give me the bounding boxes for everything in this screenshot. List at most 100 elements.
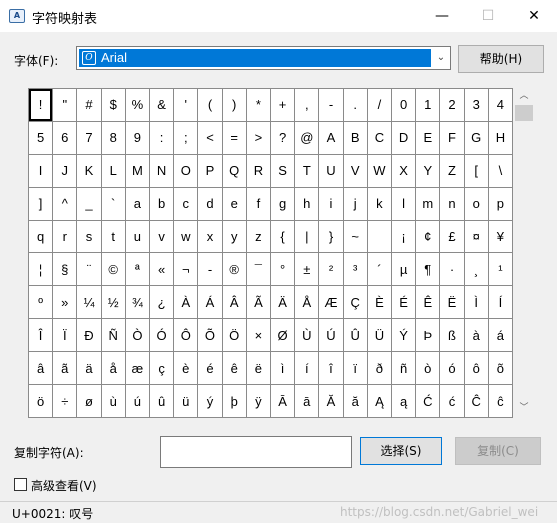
character-cell[interactable]: ¼	[77, 286, 101, 319]
character-cell[interactable]: Ö	[222, 319, 246, 352]
character-cell[interactable]: 0	[392, 89, 416, 121]
character-cell[interactable]: d	[198, 187, 222, 220]
character-cell[interactable]: 4	[488, 89, 512, 121]
character-cell[interactable]: }	[319, 220, 343, 253]
font-dropdown[interactable]: O Arial ⌄	[76, 46, 451, 70]
character-cell[interactable]: û	[150, 385, 174, 417]
character-cell[interactable]: Ú	[319, 319, 343, 352]
character-cell[interactable]: Ù	[295, 319, 319, 352]
character-cell[interactable]: ì	[271, 352, 295, 385]
character-cell[interactable]: Ò	[125, 319, 149, 352]
character-cell[interactable]: Ð	[77, 319, 101, 352]
character-cell[interactable]: $	[101, 89, 125, 121]
character-cell[interactable]: k	[367, 187, 391, 220]
character-cell[interactable]: Q	[222, 154, 246, 187]
character-cell[interactable]: Û	[343, 319, 367, 352]
character-cell[interactable]: 1	[416, 89, 440, 121]
character-cell[interactable]: m	[416, 187, 440, 220]
character-cell[interactable]: ½	[101, 286, 125, 319]
character-cell[interactable]: º	[29, 286, 53, 319]
minimize-button[interactable]: —	[419, 0, 465, 32]
character-cell[interactable]: ³	[343, 253, 367, 286]
character-cell[interactable]: ¿	[150, 286, 174, 319]
character-cell[interactable]: ä	[77, 352, 101, 385]
character-cell[interactable]: Î	[29, 319, 53, 352]
character-cell[interactable]: ¢	[416, 220, 440, 253]
character-cell[interactable]: -	[198, 253, 222, 286]
character-cell[interactable]: t	[101, 220, 125, 253]
character-cell[interactable]: Í	[488, 286, 512, 319]
character-cell[interactable]: ö	[29, 385, 53, 417]
character-cell[interactable]: ý	[198, 385, 222, 417]
character-cell[interactable]: a	[125, 187, 149, 220]
character-cell[interactable]: ¾	[125, 286, 149, 319]
character-cell[interactable]: ´	[367, 253, 391, 286]
character-cell[interactable]: :	[150, 121, 174, 154]
character-cell[interactable]: Þ	[416, 319, 440, 352]
character-cell[interactable]: V	[343, 154, 367, 187]
character-cell[interactable]: Ï	[53, 319, 77, 352]
character-cell[interactable]: S	[271, 154, 295, 187]
character-cell[interactable]: R	[246, 154, 270, 187]
character-cell[interactable]: _	[77, 187, 101, 220]
character-cell[interactable]: ć	[440, 385, 464, 417]
character-cell[interactable]: ¬	[174, 253, 198, 286]
advanced-view-label[interactable]: 高级查看(V)	[31, 477, 97, 494]
character-cell[interactable]: 5	[29, 121, 53, 154]
character-cell[interactable]: ñ	[392, 352, 416, 385]
character-cell[interactable]: J	[53, 154, 77, 187]
character-cell[interactable]: g	[271, 187, 295, 220]
character-cell[interactable]: D	[392, 121, 416, 154]
advanced-view-checkbox[interactable]	[14, 478, 27, 491]
character-cell[interactable]: 9	[125, 121, 149, 154]
character-cell[interactable]: ;	[174, 121, 198, 154]
character-cell[interactable]: Ñ	[101, 319, 125, 352]
character-cell[interactable]: ]	[29, 187, 53, 220]
close-button[interactable]: ✕	[511, 0, 557, 32]
character-cell[interactable]: y	[222, 220, 246, 253]
character-cell[interactable]: Y	[416, 154, 440, 187]
character-cell[interactable]: ó	[440, 352, 464, 385]
character-cell[interactable]: I	[29, 154, 53, 187]
character-cell[interactable]: H	[488, 121, 512, 154]
character-cell[interactable]: Ý	[392, 319, 416, 352]
copy-characters-input[interactable]	[160, 436, 352, 468]
character-cell[interactable]: â	[29, 352, 53, 385]
character-cell[interactable]: Ü	[367, 319, 391, 352]
character-cell[interactable]: C	[367, 121, 391, 154]
character-cell[interactable]: ~	[343, 220, 367, 253]
character-cell[interactable]: í	[295, 352, 319, 385]
title-bar[interactable]: A 字符映射表 — ☐ ✕	[0, 0, 557, 32]
character-cell[interactable]: 8	[101, 121, 125, 154]
character-cell[interactable]: ă	[343, 385, 367, 417]
character-cell[interactable]: ¤	[464, 220, 488, 253]
character-cell[interactable]: Å	[295, 286, 319, 319]
character-cell[interactable]: P	[198, 154, 222, 187]
character-cell[interactable]: ¥	[488, 220, 512, 253]
character-cell[interactable]: N	[150, 154, 174, 187]
character-cell[interactable]: Ă	[319, 385, 343, 417]
character-cell[interactable]: è	[174, 352, 198, 385]
character-cell[interactable]: ^	[53, 187, 77, 220]
character-cell[interactable]: Ā	[271, 385, 295, 417]
character-cell[interactable]: å	[101, 352, 125, 385]
character-cell[interactable]: ×	[246, 319, 270, 352]
character-cell[interactable]: i	[319, 187, 343, 220]
character-cell[interactable]: É	[392, 286, 416, 319]
character-cell[interactable]: Ą	[367, 385, 391, 417]
character-cell[interactable]: +	[271, 89, 295, 121]
character-cell[interactable]: »	[53, 286, 77, 319]
character-cell[interactable]: *	[246, 89, 270, 121]
character-cell[interactable]: Ê	[416, 286, 440, 319]
scrollbar-thumb[interactable]	[515, 105, 533, 121]
character-cell[interactable]: Z	[440, 154, 464, 187]
character-cell[interactable]: ā	[295, 385, 319, 417]
character-cell[interactable]: G	[464, 121, 488, 154]
character-cell[interactable]: U	[319, 154, 343, 187]
character-cell[interactable]: l	[392, 187, 416, 220]
character-cell[interactable]: £	[440, 220, 464, 253]
character-cell[interactable]: Â	[222, 286, 246, 319]
character-cell[interactable]: ò	[416, 352, 440, 385]
character-cell[interactable]: ù	[101, 385, 125, 417]
character-cell[interactable]: w	[174, 220, 198, 253]
